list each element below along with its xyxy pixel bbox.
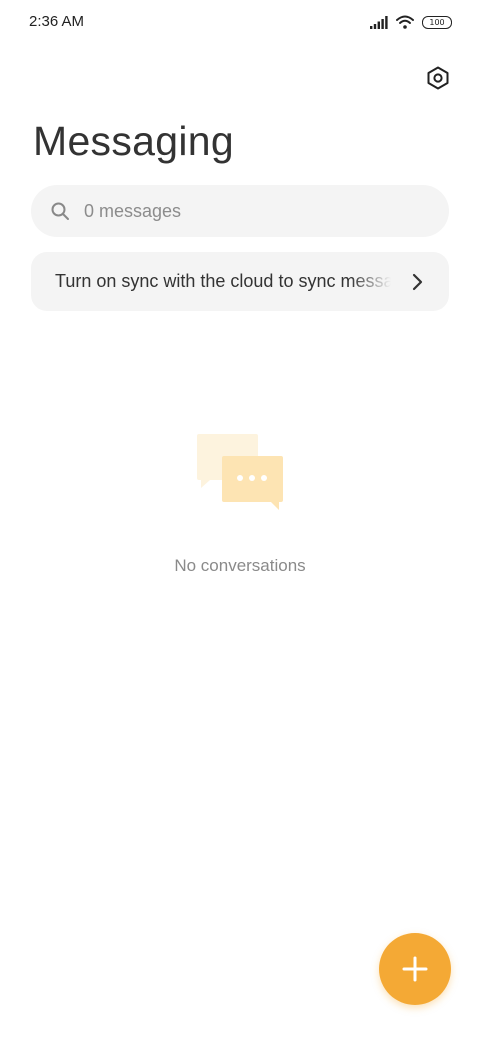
status-time: 2:36 AM [29,13,85,30]
signal-icon [370,15,388,29]
search-bar[interactable] [31,185,449,237]
settings-icon [427,66,449,90]
new-message-button[interactable] [379,933,451,1005]
wifi-icon [396,15,414,29]
sync-banner[interactable]: Turn on sync with the cloud to sync mess… [31,252,449,311]
plus-icon [402,956,428,982]
status-icons: 100 [370,13,452,31]
battery-icon: 100 [422,15,452,29]
settings-button[interactable] [426,66,450,90]
chat-bubbles-icon [197,434,283,510]
search-icon [51,202,69,220]
status-bar: 2:36 AM 100 [0,0,480,44]
page-title: Messaging [33,118,234,164]
chevron-right-icon [412,273,423,291]
battery-level: 100 [429,17,445,27]
sync-banner-text: Turn on sync with the cloud to sync mess… [55,271,391,291]
search-input[interactable] [82,199,426,223]
empty-state-text: No conversations [174,556,306,575]
